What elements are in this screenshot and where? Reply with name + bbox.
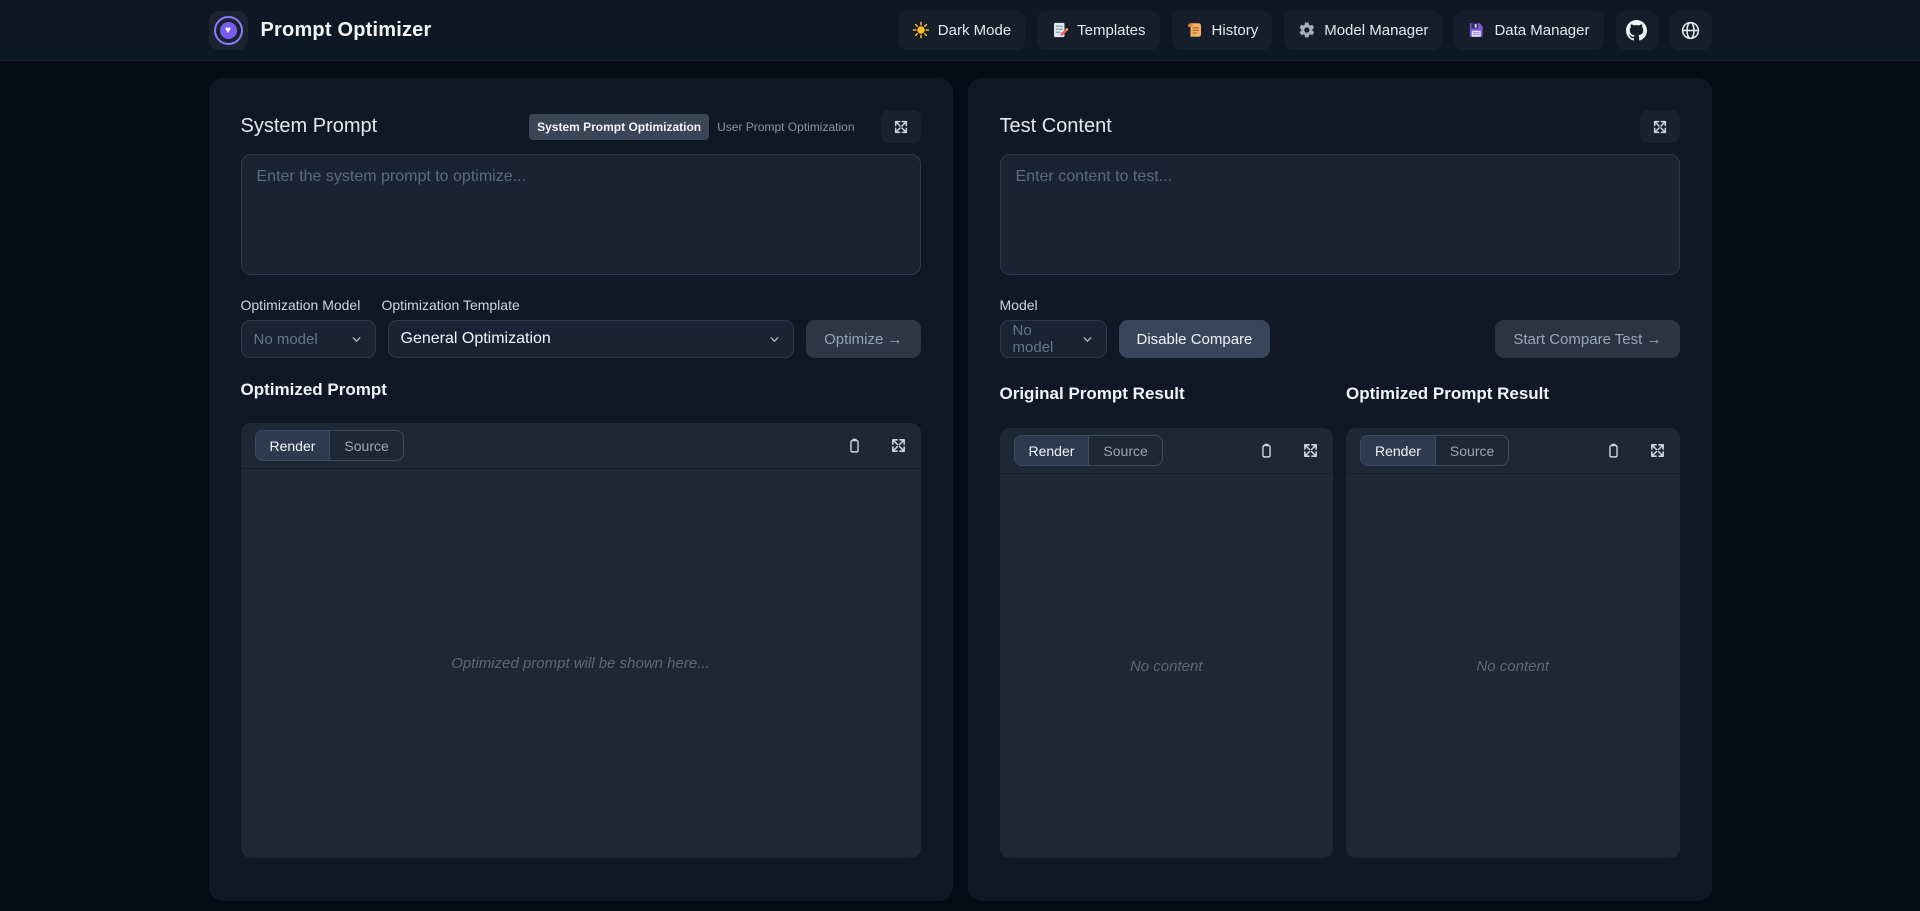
- original-result-column: Original Prompt Result Render Source: [1000, 384, 1334, 858]
- expand-icon: [893, 119, 909, 135]
- fullscreen-button[interactable]: [881, 110, 921, 143]
- chevron-down-icon: [350, 333, 363, 346]
- optimization-template-select[interactable]: General Optimization: [388, 320, 795, 358]
- original-result-empty-text: No content: [1130, 658, 1203, 675]
- floppy-disk-icon: [1468, 21, 1486, 39]
- model-label: Model: [1000, 297, 1038, 313]
- system-prompt-title: System Prompt: [241, 115, 378, 138]
- expand-icon: [1302, 442, 1319, 459]
- test-model-value: No model: [1013, 322, 1072, 356]
- top-navigation-bar: ♥ Prompt Optimizer Dark Mode Templates: [0, 0, 1920, 61]
- language-button[interactable]: [1670, 11, 1712, 50]
- tab-render[interactable]: Render: [1015, 436, 1089, 465]
- fullscreen-button[interactable]: [1640, 110, 1680, 143]
- copy-button[interactable]: [1605, 442, 1622, 459]
- tab-source[interactable]: Source: [1088, 436, 1161, 465]
- start-compare-test-button[interactable]: Start Compare Test →: [1495, 320, 1679, 358]
- dark-mode-button[interactable]: Dark Mode: [898, 11, 1025, 50]
- test-model-select[interactable]: No model: [1000, 320, 1107, 358]
- github-icon: [1626, 20, 1647, 41]
- render-source-tabs: Render Source: [1014, 435, 1163, 466]
- app-title: Prompt Optimizer: [261, 19, 432, 42]
- github-button[interactable]: [1616, 11, 1658, 50]
- optimized-prompt-result-heading: Optimized Prompt Result: [1346, 384, 1680, 404]
- data-manager-button[interactable]: Data Manager: [1454, 11, 1603, 50]
- optimized-prompt-panel: Render Source: [241, 423, 921, 858]
- sun-icon: [912, 21, 930, 39]
- optimization-model-label: Optimization Model: [241, 297, 382, 313]
- test-content-title: Test Content: [1000, 115, 1112, 138]
- tab-source[interactable]: Source: [1435, 436, 1508, 465]
- system-prompt-panel: System Prompt System Prompt Optimization…: [209, 78, 953, 901]
- expand-icon: [1652, 119, 1668, 135]
- tab-source[interactable]: Source: [329, 431, 402, 460]
- copy-icon: [846, 437, 863, 454]
- model-manager-button[interactable]: Model Manager: [1284, 11, 1442, 50]
- copy-button[interactable]: [1258, 442, 1275, 459]
- test-content-input[interactable]: [1000, 154, 1680, 275]
- copy-button[interactable]: [846, 437, 863, 454]
- chevron-down-icon: [1081, 333, 1094, 346]
- templates-button[interactable]: Templates: [1037, 11, 1159, 50]
- tab-render[interactable]: Render: [1361, 436, 1435, 465]
- expand-icon: [1649, 442, 1666, 459]
- optimized-prompt-heading: Optimized Prompt: [241, 380, 921, 400]
- globe-icon: [1680, 20, 1701, 41]
- heart-icon: ♥: [220, 22, 237, 39]
- logo-ring: ♥: [214, 16, 243, 45]
- original-prompt-result-heading: Original Prompt Result: [1000, 384, 1334, 404]
- chevron-down-icon: [768, 333, 781, 346]
- app-logo: ♥: [209, 11, 248, 50]
- memo-pencil-icon: [1051, 21, 1069, 39]
- render-source-tabs: Render Source: [255, 430, 404, 461]
- disable-compare-button[interactable]: Disable Compare: [1119, 320, 1271, 358]
- optimization-mode-toggle: System Prompt Optimization User Prompt O…: [529, 114, 862, 140]
- gear-icon: [1298, 21, 1316, 39]
- model-manager-label: Model Manager: [1324, 22, 1428, 39]
- expand-result-button[interactable]: [890, 437, 907, 454]
- system-prompt-input[interactable]: [241, 154, 921, 275]
- optimization-model-value: No model: [254, 331, 318, 348]
- dark-mode-label: Dark Mode: [938, 22, 1011, 39]
- original-prompt-result-panel: Render Source: [1000, 428, 1334, 858]
- optimization-model-select[interactable]: No model: [241, 320, 376, 358]
- nav-actions: Dark Mode Templates History Model Manage…: [898, 11, 1712, 50]
- render-source-tabs: Render Source: [1360, 435, 1509, 466]
- copy-icon: [1605, 442, 1622, 459]
- templates-label: Templates: [1077, 22, 1145, 39]
- optimize-button[interactable]: Optimize →: [806, 320, 920, 358]
- history-button[interactable]: History: [1172, 11, 1273, 50]
- data-manager-label: Data Manager: [1494, 22, 1589, 39]
- optimization-template-value: General Optimization: [401, 330, 551, 348]
- mode-user-prompt-optimization[interactable]: User Prompt Optimization: [709, 114, 862, 140]
- history-label: History: [1212, 22, 1259, 39]
- expand-result-button[interactable]: [1649, 442, 1666, 459]
- brand: ♥ Prompt Optimizer: [209, 11, 432, 50]
- optimized-prompt-empty-text: Optimized prompt will be shown here...: [451, 655, 709, 672]
- mode-system-prompt-optimization[interactable]: System Prompt Optimization: [529, 114, 709, 140]
- expand-icon: [890, 437, 907, 454]
- test-content-panel: Test Content Model No model Disab: [968, 78, 1712, 901]
- optimized-result-empty-text: No content: [1476, 658, 1549, 675]
- optimization-template-label: Optimization Template: [382, 297, 520, 313]
- scroll-icon: [1186, 21, 1204, 39]
- expand-result-button[interactable]: [1302, 442, 1319, 459]
- optimized-prompt-result-panel: Render Source: [1346, 428, 1680, 858]
- copy-icon: [1258, 442, 1275, 459]
- optimized-result-column: Optimized Prompt Result Render Source: [1346, 384, 1680, 858]
- tab-render[interactable]: Render: [256, 431, 330, 460]
